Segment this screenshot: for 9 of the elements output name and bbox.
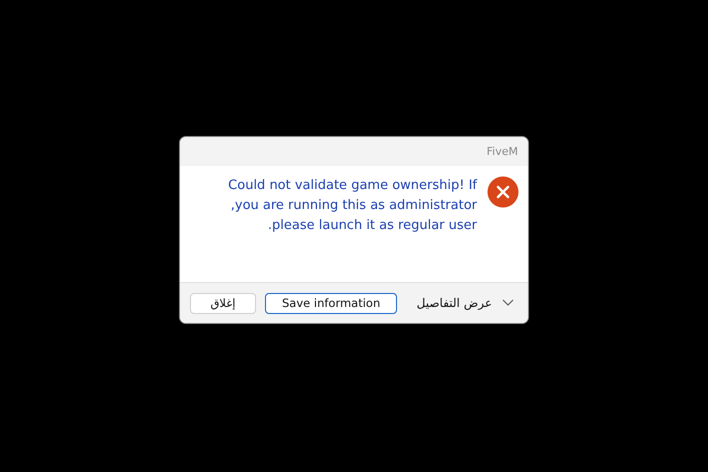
save-button[interactable]: Save information — [265, 292, 398, 314]
chevron-icon — [502, 299, 514, 307]
error-message-line: you are running this as administrator, — [230, 197, 477, 215]
error-icon — [487, 176, 519, 208]
error-message-line: please launch it as regular user. — [266, 217, 477, 235]
window-title: FiveM — [486, 145, 518, 158]
error-message-line: Could not validate game ownership! If — [228, 177, 477, 195]
details-toggle[interactable]: عرض التفاصيل — [416, 296, 514, 310]
close-button[interactable]: إغلاق — [190, 292, 256, 314]
